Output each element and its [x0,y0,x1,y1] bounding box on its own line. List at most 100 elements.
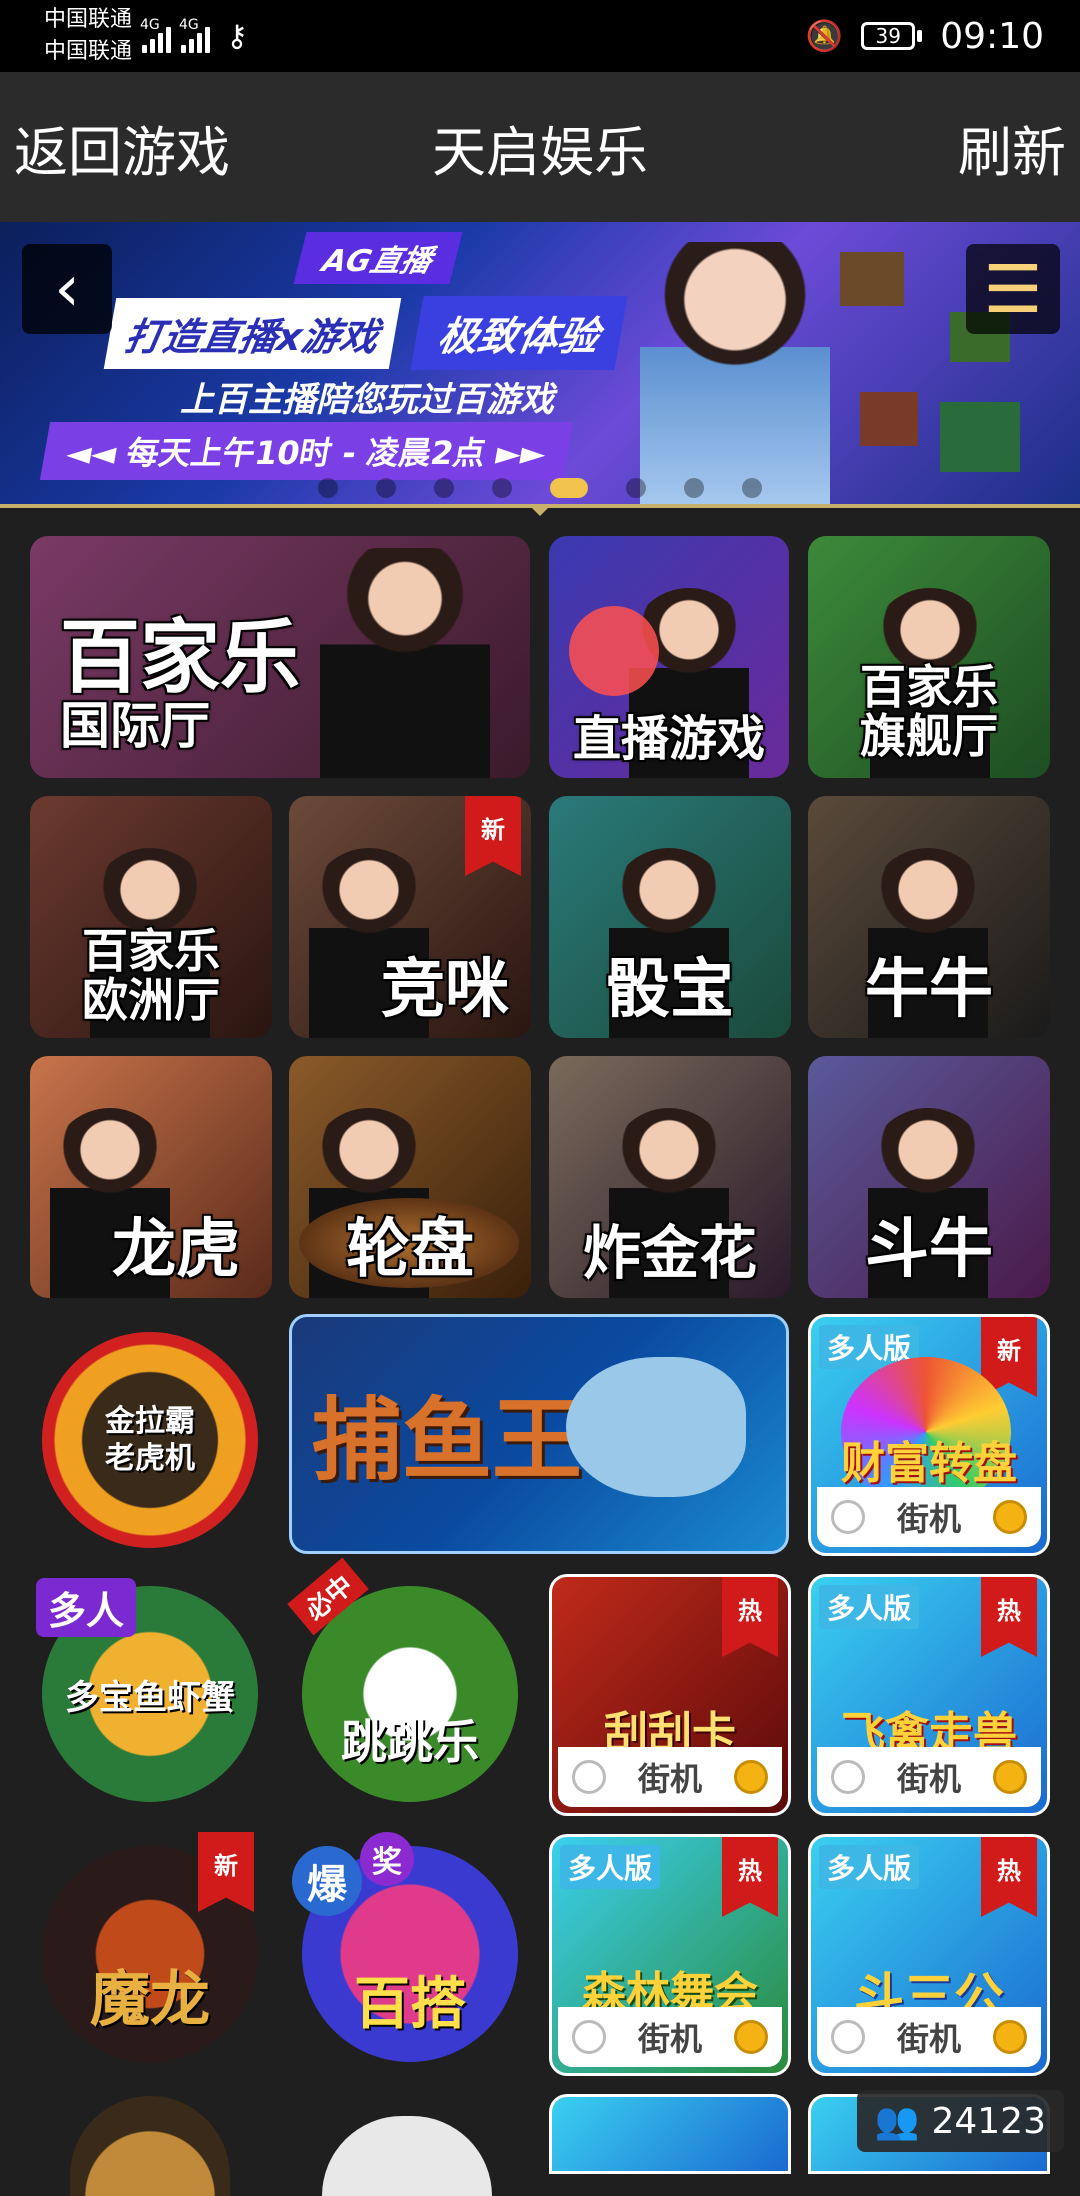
game-fortune-wheel[interactable]: 多人版 新 财富转盘 街机 [808,1314,1050,1556]
battery-level: 39 [875,24,901,48]
multiplayer-tag: 多人版 [819,1845,920,1889]
pagination-dot[interactable] [492,478,512,498]
tile-sicbo[interactable]: 骰宝 [549,796,791,1038]
game-forest-dance[interactable]: 多人版 热 森林舞会 街机 [549,1834,791,2076]
game-dou-sangong[interactable]: 多人版 热 斗三公 街机 [808,1834,1050,2076]
hot-badge: 热 [981,1837,1037,1917]
arcade-footer: 街机 [558,2007,782,2067]
game-partial-1[interactable] [70,2096,230,2196]
arcade-footer: 街机 [817,1487,1041,1547]
tile-baccarat-international[interactable]: 百家乐 国际厅 [30,536,530,778]
pagination-dot[interactable] [318,478,338,498]
tile-baccarat-flagship[interactable]: 百家乐 旗舰厅 [808,536,1050,778]
divider-pointer [528,504,552,516]
game-label: 金拉霸 老虎机 [105,1403,195,1477]
banner-headline: 打造直播x游戏 极致体验 [103,296,628,370]
network-type-2: 4G [179,17,199,33]
people-icon: 👥 [874,2101,920,2142]
menu-icon[interactable]: ☰ [966,244,1060,334]
tile-label: 竞咪 [381,952,509,1027]
arcade-footer: 街机 [817,1747,1041,1807]
game-fishing-king[interactable]: 捕鱼王 [289,1314,789,1554]
carrier-2: 中国联通 [44,39,133,64]
game-label: 多宝鱼虾蟹 [65,1677,235,1718]
tile-douniu[interactable]: 斗牛 [808,1056,1050,1298]
game-label: 跳跳乐 [341,1715,479,1769]
game-partial-2[interactable] [322,2116,492,2196]
online-counter: 👥 24123 [856,2090,1064,2152]
clock: 09:10 [940,15,1044,57]
vpn-key-icon: ⚷ [226,18,248,54]
signal-group: 4G 4G ⚷ [140,17,254,54]
game-label: 捕鱼王 [312,1388,582,1493]
game-scratch-card[interactable]: 热 刮刮卡 街机 [549,1574,791,1816]
game-slot-machine[interactable]: 金拉霸 老虎机 [42,1332,258,1548]
online-count: 24123 [931,2100,1046,2142]
back-to-game-button[interactable]: 返回游戏 [14,108,230,187]
tile-roulette[interactable]: 轮盘 [289,1056,531,1298]
tile-niuniu[interactable]: 牛牛 [808,796,1050,1038]
tile-label: 牛牛 [865,952,993,1027]
multiplayer-tag: 多人版 [819,1585,920,1629]
tile-dragon-tiger[interactable]: 龙虎 [30,1056,272,1298]
pagination-dot[interactable] [376,478,396,498]
tile-label-top: 百家乐 [60,610,300,704]
hot-badge: 热 [722,1837,778,1917]
banner-headline-1: 打造直播x游戏 [103,297,401,369]
arcade-footer: 街机 [817,2007,1041,2067]
footer-label: 街机 [896,1500,961,1538]
battery-icon: 39 [861,22,923,50]
status-right: 🔕 39 09:10 [806,16,1044,57]
arcade-footer: 街机 [558,1747,782,1807]
banner-headline-2: 极致体验 [409,296,628,370]
banner-host-image [640,242,830,504]
pagination-dot[interactable] [742,478,762,498]
signal-icon-1: 4G [140,17,172,53]
tile-label: 骰宝 [606,952,734,1027]
game-label: 百搭 [354,1971,466,2037]
tile-label: 直播游戏 [572,710,765,767]
game-tiaotiaole[interactable]: 跳跳乐 [302,1586,518,1802]
tile-baccarat-europe[interactable]: 百家乐 欧洲厅 [30,796,272,1038]
game-partial-3[interactable] [549,2094,791,2174]
tile-zhajinhua[interactable]: 炸金花 [549,1056,791,1298]
banner-prev-button[interactable]: ‹ [22,244,112,334]
hot-badge: 热 [722,1577,778,1657]
tile-label: 龙虎 [112,1212,240,1287]
jackpot-tag-1: 爆 [292,1846,362,1916]
footer-label: 街机 [896,1760,961,1798]
hot-badge: 热 [981,1577,1037,1657]
carrier-1: 中国联通 [44,7,133,32]
tile-live-game[interactable]: 直播游戏 [549,536,789,778]
tile-label-bottom: 欧洲厅 [82,972,220,1027]
footer-label: 街机 [896,2020,961,2058]
network-type-1: 4G [140,17,160,33]
banner-time: ◄◄ 每天上午10时 - 凌晨2点 ►► [39,422,574,480]
pagination-dot[interactable] [550,478,588,498]
game-label: 财富转盘 [841,1438,1017,1489]
new-badge: 新 [465,796,521,876]
multiplayer-tag: 多人版 [560,1845,661,1889]
tile-label: 轮盘 [346,1212,474,1287]
game-birds-beasts[interactable]: 多人版 热 飞禽走兽 街机 [808,1574,1050,1816]
tile-jingmi[interactable]: 竞咪 新 [289,796,531,1038]
pagination-dot[interactable] [626,478,646,498]
tile-label-top: 百家乐 [82,924,220,979]
promo-banner[interactable]: AG直播 打造直播x游戏 极致体验 上百主播陪您玩过百游戏 ◄◄ 每天上午10时… [0,222,1080,504]
tile-label-top: 百家乐 [860,660,998,715]
carrier-names: 中国联通 中国联通 [44,4,132,68]
pagination-dot[interactable] [684,478,704,498]
jackpot-tag-2: 奖 [360,1832,414,1886]
multiplayer-tag: 多人 [36,1578,137,1637]
tile-label: 炸金花 [582,1219,757,1288]
pagination-dot[interactable] [434,478,454,498]
footer-label: 街机 [637,2020,702,2058]
banner-subline: 上百主播陪您玩过百游戏 [180,380,554,420]
signal-icon-2: 4G [179,17,211,53]
play-icon [569,606,659,696]
banner-tag: AG直播 [293,232,463,284]
app-header: 返回游戏 天启娱乐 刷新 [0,72,1080,222]
tile-label-bottom: 国际厅 [60,696,210,755]
refresh-button[interactable]: 刷新 [958,108,1066,187]
footer-label: 街机 [637,1760,702,1798]
